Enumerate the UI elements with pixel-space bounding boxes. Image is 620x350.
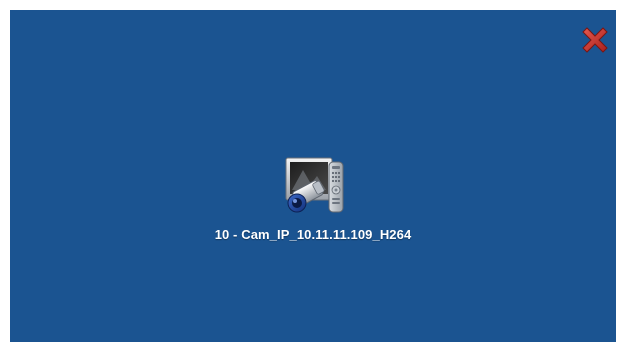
ip-camera-icon (273, 152, 353, 220)
device-label: 10 - Cam_IP_10.11.11.109_H264 (214, 227, 412, 242)
close-button[interactable] (578, 23, 612, 57)
close-icon (582, 27, 608, 53)
device-screen: 10 - Cam_IP_10.11.11.109_H264 (10, 10, 616, 342)
device-item[interactable]: 10 - Cam_IP_10.11.11.109_H264 (10, 152, 616, 242)
